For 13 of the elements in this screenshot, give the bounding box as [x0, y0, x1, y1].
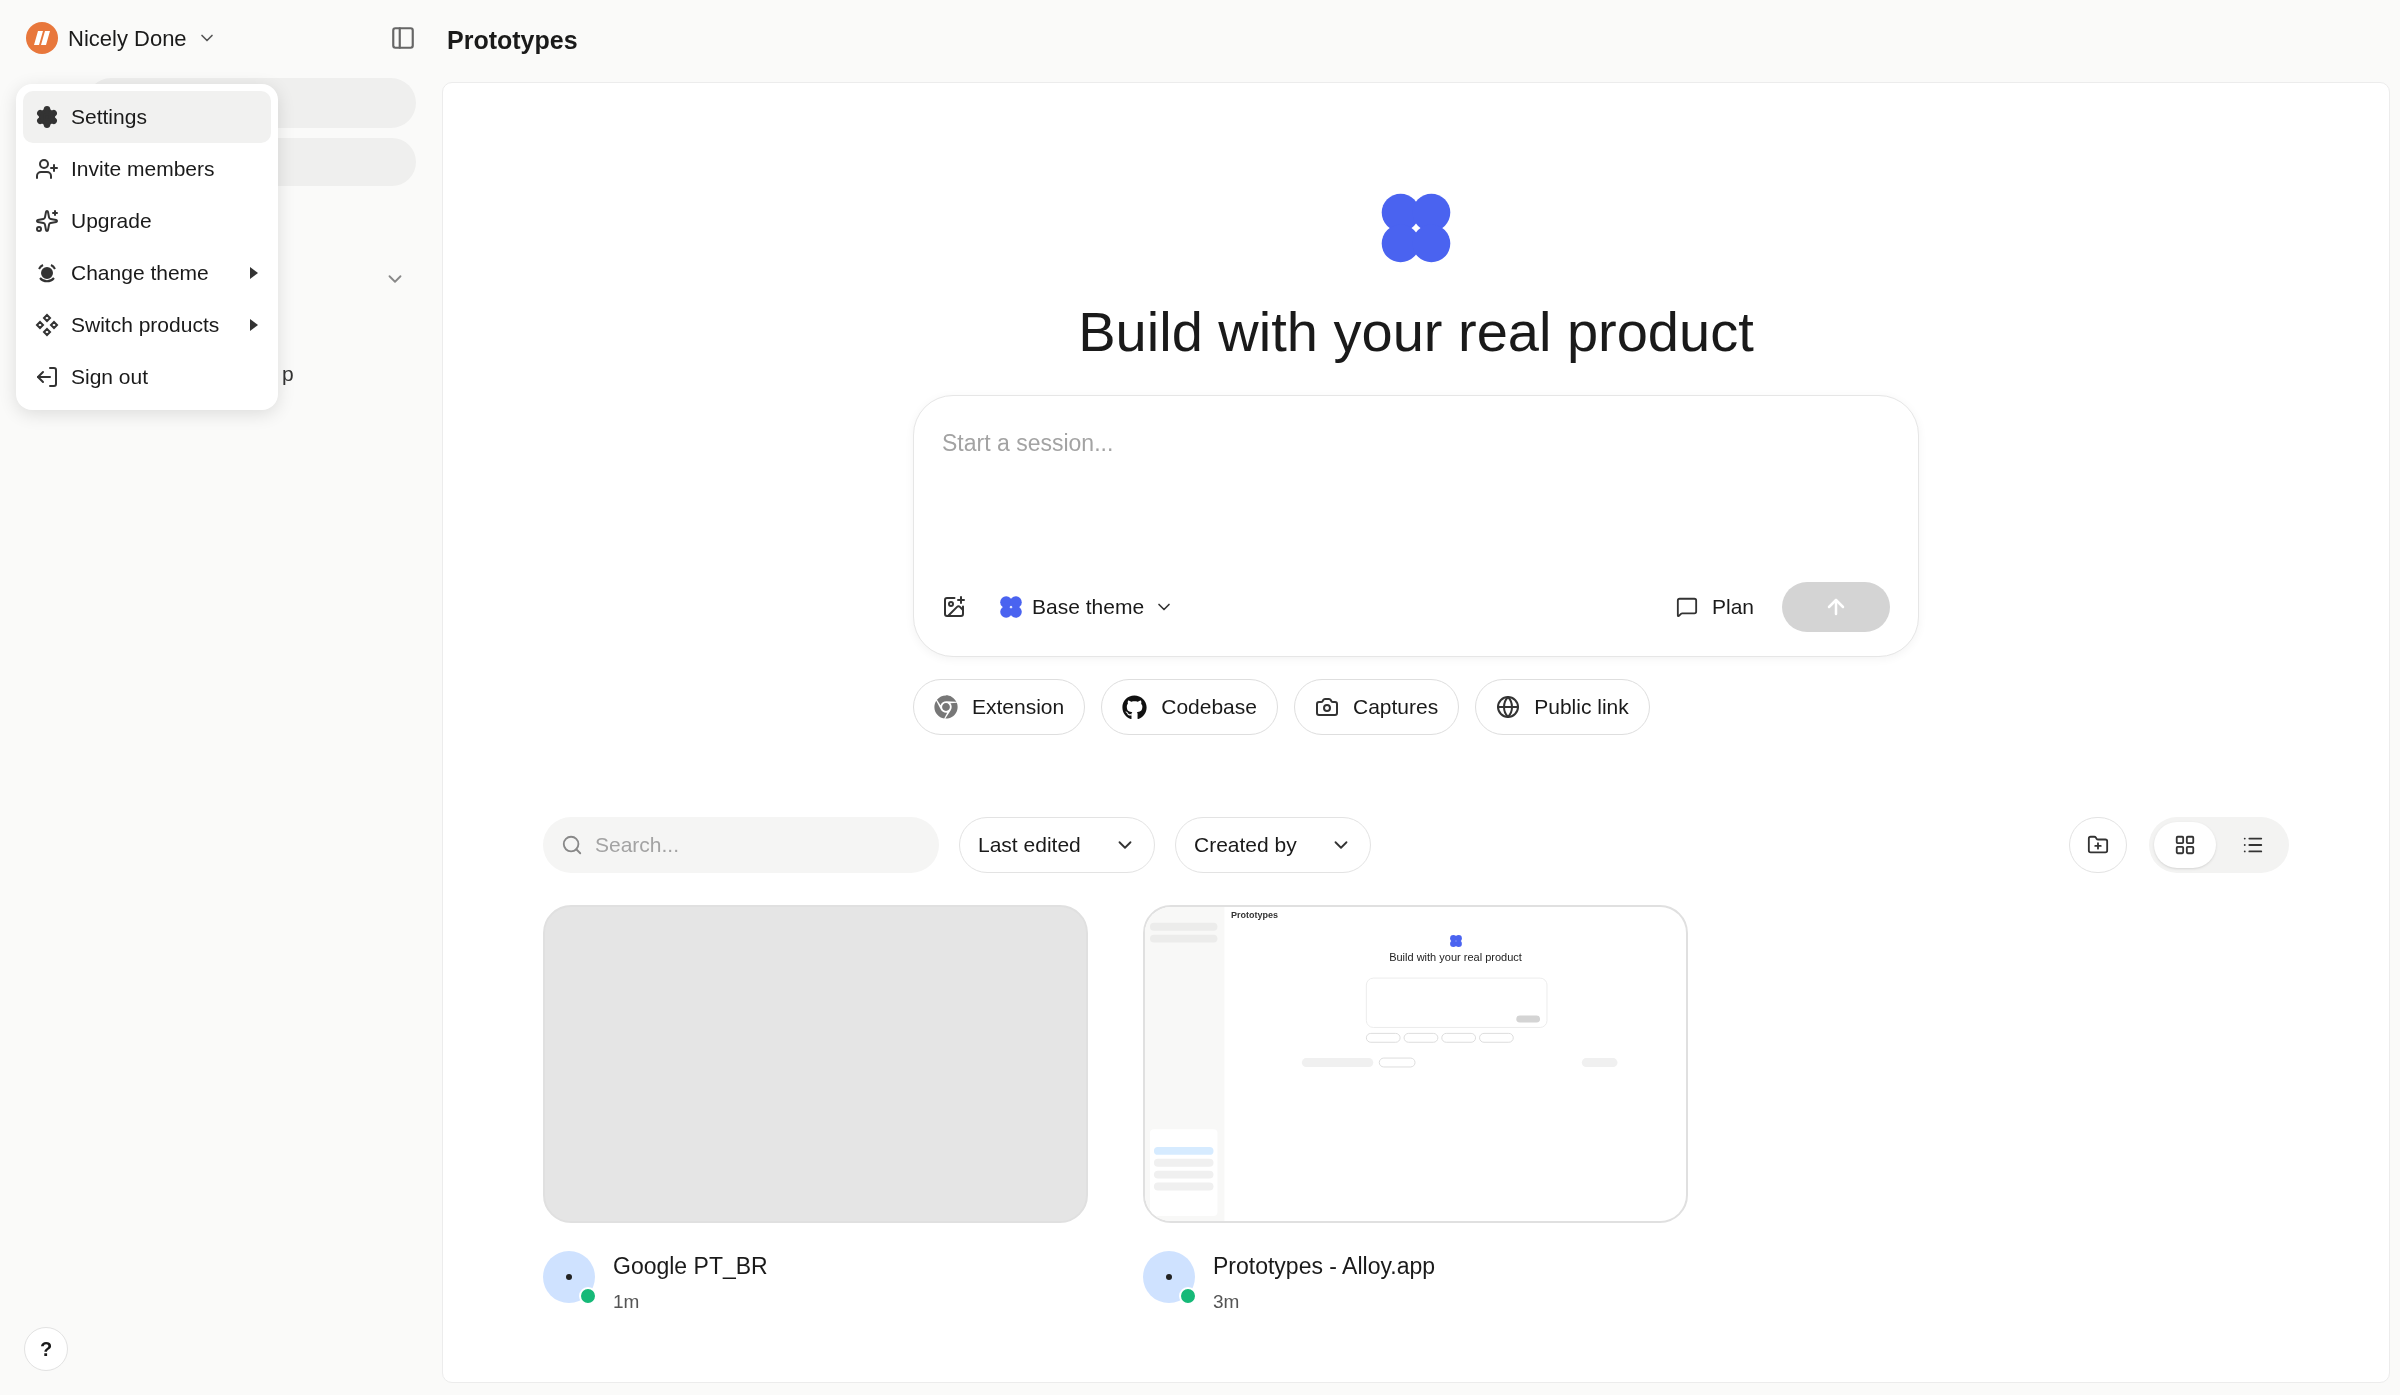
menu-item-label: Invite members: [71, 156, 216, 183]
page-title: Prototypes: [447, 25, 578, 57]
project-time: 1m: [613, 1289, 641, 1314]
preview-page-title: Prototypes: [1231, 911, 1278, 920]
menu-item-label: Switch products: [71, 312, 221, 339]
menu-item-label: Upgrade: [71, 208, 153, 235]
menu-item-label: Settings: [71, 104, 148, 131]
sidebar-item-text: p: [282, 361, 294, 387]
menu-item-label: Sign out: [71, 364, 150, 391]
hero-heading: Build with your real product: [1078, 299, 1754, 365]
menu-item-label: Change theme: [71, 260, 210, 287]
project-time: 3m: [1213, 1289, 1241, 1314]
preview-heading: Build with your real product: [1389, 952, 1522, 963]
